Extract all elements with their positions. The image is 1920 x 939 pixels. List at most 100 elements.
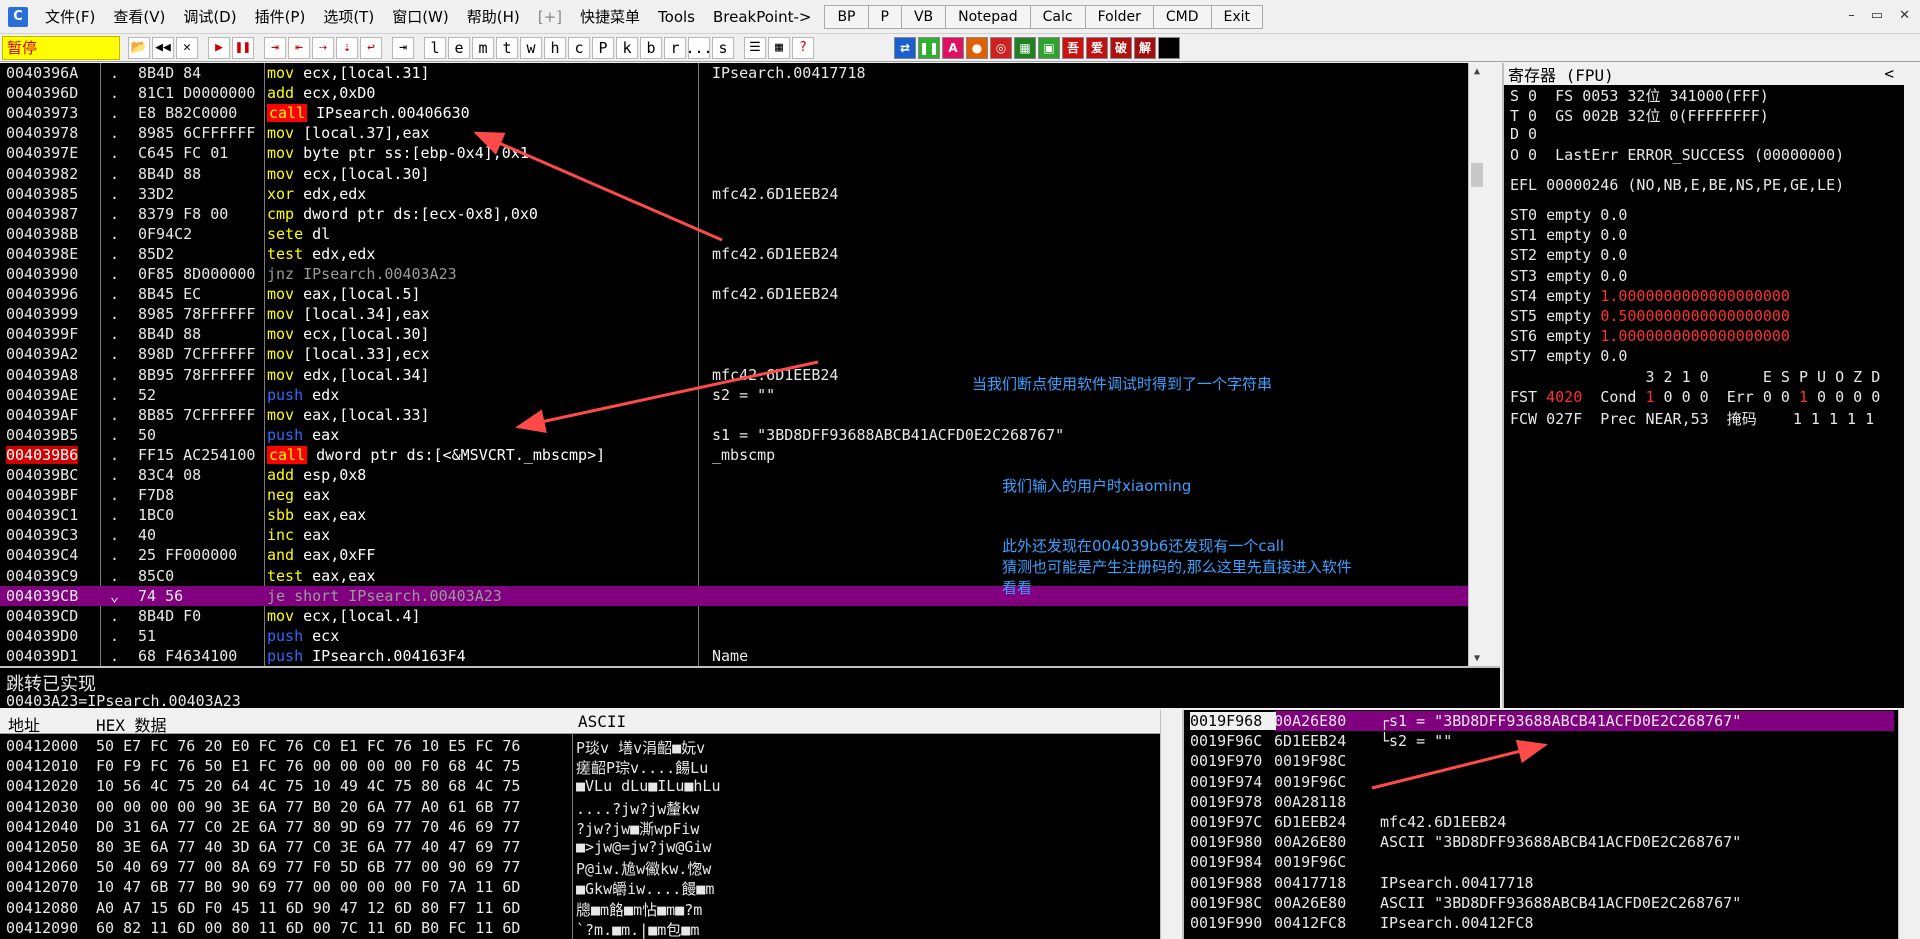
stack-value[interactable]: 00A26E80 bbox=[1274, 833, 1346, 851]
instruction-address[interactable]: 004039C4 bbox=[6, 546, 78, 564]
registers-pane[interactable]: 寄存器 (FPU) < S 0 FS 0053 32位 341000(FFF) T… bbox=[1502, 63, 1920, 708]
disasm-row[interactable]: 00403978. 8985 6CFFFFFF mov [local.37],eax bbox=[0, 123, 1484, 143]
instruction[interactable]: je short IPsearch.00403A23 bbox=[267, 587, 502, 605]
instruction-address[interactable]: 00403987 bbox=[6, 205, 78, 223]
register-line[interactable]: T 0 GS 002B 32位 0(FFFFFFFF) bbox=[1510, 105, 1769, 126]
instruction[interactable]: mov edx,[local.34] bbox=[267, 366, 430, 384]
dump-ascii[interactable]: ?jw?jw■澌wpFiw bbox=[576, 818, 699, 839]
dump-address[interactable]: 00412040 bbox=[6, 818, 78, 836]
trace-into-icon[interactable]: ⇢ bbox=[312, 36, 334, 59]
stack-address[interactable]: 0019F990 bbox=[1190, 914, 1262, 932]
record-icon[interactable]: ● bbox=[966, 36, 988, 59]
dump-address[interactable]: 00412080 bbox=[6, 899, 78, 917]
instruction-address[interactable]: 004039AF bbox=[6, 406, 78, 424]
collapse-icon[interactable]: < bbox=[1884, 64, 1894, 83]
scroll-thumb[interactable] bbox=[1471, 163, 1483, 187]
instruction-address[interactable]: 0040398B bbox=[6, 225, 78, 243]
instruction-address[interactable]: 00403985 bbox=[6, 185, 78, 203]
stack-value[interactable]: 0019F96C bbox=[1274, 773, 1346, 791]
stack-value[interactable]: 00A26E80 bbox=[1274, 894, 1346, 912]
instruction-address[interactable]: 004039C3 bbox=[6, 526, 78, 544]
pause-icon[interactable]: ❚❚ bbox=[232, 36, 254, 59]
dump-address[interactable]: 00412070 bbox=[6, 878, 78, 896]
dump-header-ascii[interactable]: ASCII bbox=[578, 712, 626, 731]
threads-button[interactable]: t bbox=[496, 36, 518, 59]
app-icon[interactable]: C bbox=[8, 6, 28, 27]
instruction[interactable]: mov [local.33],ecx bbox=[267, 345, 430, 363]
patches-button[interactable]: P bbox=[592, 36, 614, 59]
instruction[interactable]: push edx bbox=[267, 386, 339, 404]
run-icon[interactable]: ▶ bbox=[208, 36, 230, 59]
instruction-address[interactable]: 00403999 bbox=[6, 305, 78, 323]
instruction-address[interactable]: 004039BC bbox=[6, 466, 78, 484]
stack-row[interactable]: 0019F96C 6D1EEB24 └s2 = "" bbox=[1184, 731, 1896, 751]
disasm-row[interactable]: 004039D1. 68 F4634100 push IPsearch.004163… bbox=[0, 646, 1484, 666]
menu-breakpoint[interactable]: BreakPoint-> bbox=[704, 8, 820, 26]
disasm-row[interactable]: 004039B6. FF15 AC254100 call dword ptr ds:… bbox=[0, 445, 1484, 465]
dump-ascii[interactable]: P@iw.尯w鰴kw.愡w bbox=[576, 858, 711, 879]
dump-address[interactable]: 00412000 bbox=[6, 737, 78, 755]
instruction-address[interactable]: 00403978 bbox=[6, 124, 78, 142]
register-line[interactable]: ST1 empty 0.0 bbox=[1510, 226, 1627, 244]
dump-hex[interactable]: D0 31 6A 77 C0 2E 6A 77 80 9D 69 77 70 4… bbox=[96, 818, 520, 836]
dump-scrollbar[interactable] bbox=[1160, 710, 1180, 939]
menu-help[interactable]: 帮助(H) bbox=[458, 6, 529, 27]
instruction[interactable]: mov [local.34],eax bbox=[267, 305, 430, 323]
disasm-row[interactable]: 0040398B. 0F94C2 sete dl bbox=[0, 224, 1484, 244]
handles-button[interactable]: h bbox=[544, 36, 566, 59]
disasm-row[interactable]: 00403999. 8985 78FFFFFF mov [local.34],eax bbox=[0, 304, 1484, 324]
stack-row[interactable]: 0019F978 00A28118 bbox=[1184, 792, 1896, 812]
menu-tools[interactable]: Tools bbox=[649, 8, 704, 26]
windows-button[interactable]: w bbox=[520, 36, 542, 59]
instruction[interactable]: mov ecx,[local.30] bbox=[267, 165, 430, 183]
fcw-line[interactable]: FCW 027F Prec NEAR,53 掩码 1 1 1 1 1 bbox=[1510, 408, 1874, 429]
stack-address[interactable]: 0019F968 bbox=[1190, 712, 1276, 730]
stack-address[interactable]: 0019F974 bbox=[1190, 773, 1262, 791]
instruction-address[interactable]: 004039A8 bbox=[6, 366, 78, 384]
stack-address[interactable]: 0019F978 bbox=[1190, 793, 1262, 811]
dump-header-addr[interactable]: 地址 bbox=[8, 712, 40, 736]
stack-address[interactable]: 0019F984 bbox=[1190, 853, 1262, 871]
stack-address[interactable]: 0019F97C bbox=[1190, 813, 1262, 831]
stack-row[interactable]: 0019F980 00A26E80 ASCII "3BD8DFF93688ABCB4… bbox=[1184, 832, 1896, 852]
instruction[interactable]: and eax,0xFF bbox=[267, 546, 375, 564]
dump-ascii[interactable]: ■>jw@=jw?jw@Giw bbox=[576, 838, 711, 856]
disasm-row[interactable]: 00403985. 33D2 xor edx,edx mfc42.6D1EEB24 bbox=[0, 184, 1484, 204]
instruction[interactable]: xor edx,edx bbox=[267, 185, 366, 203]
log-window-button[interactable]: l bbox=[424, 36, 446, 59]
stack-value[interactable]: 0019F98C bbox=[1274, 752, 1346, 770]
help-icon[interactable]: ? bbox=[792, 36, 814, 59]
disasm-row[interactable]: 004039BF. F7D8 neg eax bbox=[0, 485, 1484, 505]
instruction-address[interactable]: 0040396A bbox=[6, 64, 78, 82]
stack-pane[interactable]: 0019F968 00A26E80 ┌s1 = "3BD8DFF93688ABCB4… bbox=[1182, 710, 1920, 939]
references-button[interactable]: r bbox=[664, 36, 686, 59]
dump-hex[interactable]: F0 F9 FC 76 50 E1 FC 76 00 00 00 00 F0 6… bbox=[96, 757, 520, 775]
tab-p[interactable]: P bbox=[867, 4, 902, 29]
jie-icon[interactable]: 解 bbox=[1134, 36, 1156, 59]
disasm-row[interactable]: 00403990. 0F85 8D000000 jnz IPsearch.00403… bbox=[0, 264, 1484, 284]
dump-hex[interactable]: 60 82 11 6D 00 80 11 6D 00 7C 11 6D B0 F… bbox=[96, 919, 520, 937]
disasm-row[interactable]: 004039A2. 898D 7CFFFFFF mov [local.33],ecx bbox=[0, 344, 1484, 364]
dump-hex[interactable]: 10 56 4C 75 20 64 4C 75 10 49 4C 75 80 6… bbox=[96, 777, 520, 795]
instruction[interactable]: neg eax bbox=[267, 486, 330, 504]
fpu-register-line[interactable]: ST7 empty 0.0 bbox=[1510, 347, 1627, 365]
stack-value[interactable]: 00417718 bbox=[1274, 874, 1346, 892]
instruction[interactable]: call IPsearch.00406630 bbox=[267, 104, 470, 123]
disasm-row[interactable]: 004039CD. 8B4D F0 mov ecx,[local.4] bbox=[0, 606, 1484, 626]
stack-value[interactable]: 6D1EEB24 bbox=[1274, 813, 1346, 831]
disasm-row[interactable]: 0040398E. 85D2 test edx,edx mfc42.6D1EEB24 bbox=[0, 244, 1484, 264]
instruction[interactable]: push IPsearch.004163F4 bbox=[267, 647, 466, 665]
dump-ascii[interactable]: `?m.■m.|■m包■m bbox=[576, 919, 699, 939]
fpu-register-line[interactable]: ST5 empty 0.5000000000000000000 bbox=[1510, 307, 1790, 325]
stack-address[interactable]: 0019F988 bbox=[1190, 874, 1262, 892]
disasm-row[interactable]: 004039D0. 51 push ecx bbox=[0, 626, 1484, 646]
instruction[interactable]: mov byte ptr ss:[ebp-0x4],0x1 bbox=[267, 144, 529, 162]
instruction[interactable]: mov [local.37],eax bbox=[267, 124, 430, 142]
instruction-address[interactable]: 004039D1 bbox=[6, 647, 78, 665]
po-icon[interactable]: 破 bbox=[1110, 36, 1132, 59]
instruction-address[interactable]: 004039C9 bbox=[6, 567, 78, 585]
stack-row[interactable]: 0019F97C 6D1EEB24 mfc42.6D1EEB24 bbox=[1184, 812, 1896, 832]
stack-scrollbar[interactable] bbox=[1898, 710, 1920, 939]
dump-hex[interactable]: 00 00 00 00 90 3E 6A 77 B0 20 6A 77 A0 6… bbox=[96, 798, 520, 816]
stack-value[interactable]: 0019F96C bbox=[1274, 853, 1346, 871]
